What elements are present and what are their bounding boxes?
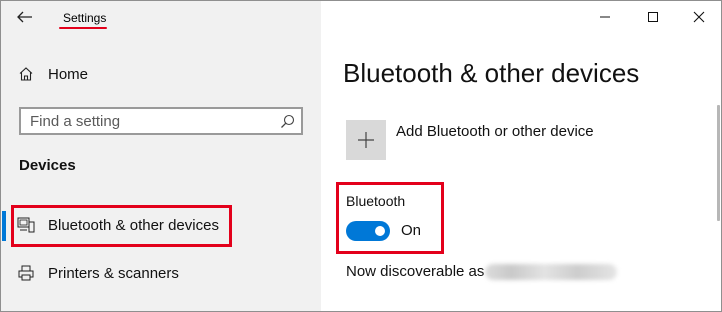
close-button[interactable] bbox=[679, 5, 719, 29]
sidebar-item-printers[interactable]: Printers & scanners bbox=[17, 261, 179, 285]
maximize-button[interactable] bbox=[633, 5, 673, 29]
back-button[interactable] bbox=[11, 5, 39, 29]
title-annotation-underline bbox=[59, 27, 107, 29]
sidebar-item-label: Bluetooth & other devices bbox=[48, 216, 219, 234]
home-icon bbox=[17, 65, 35, 83]
home-label: Home bbox=[48, 65, 89, 83]
search-input[interactable] bbox=[30, 112, 279, 130]
add-device-button[interactable] bbox=[346, 120, 386, 160]
maximize-icon bbox=[648, 12, 658, 22]
plus-icon bbox=[358, 132, 374, 148]
search-icon[interactable] bbox=[279, 113, 295, 129]
printer-icon bbox=[17, 264, 35, 282]
toggle-knob bbox=[375, 226, 385, 236]
bluetooth-toggle-state: On bbox=[401, 222, 422, 239]
sidebar-item-home[interactable]: Home bbox=[17, 63, 88, 85]
app-title: Settings bbox=[63, 11, 107, 25]
minimize-icon bbox=[600, 16, 610, 18]
bluetooth-label: Bluetooth bbox=[346, 193, 406, 209]
sidebar-item-label: Printers & scanners bbox=[48, 264, 179, 282]
discoverable-label: Now discoverable as bbox=[346, 263, 485, 280]
sidebar-item-bluetooth[interactable]: Bluetooth & other devices bbox=[17, 213, 219, 237]
close-icon bbox=[693, 11, 705, 23]
selected-indicator bbox=[2, 211, 6, 241]
back-arrow-icon bbox=[17, 11, 32, 23]
search-box[interactable] bbox=[19, 107, 303, 135]
settings-window: Settings Home Devices bbox=[0, 0, 722, 312]
bluetooth-devices-icon bbox=[17, 216, 35, 234]
section-label-devices: Devices bbox=[19, 157, 76, 174]
bluetooth-toggle[interactable] bbox=[346, 221, 390, 241]
sidebar: Settings Home Devices bbox=[1, 1, 321, 311]
scrollbar[interactable] bbox=[717, 105, 720, 221]
add-device-label[interactable]: Add Bluetooth or other device bbox=[396, 123, 594, 140]
redacted-device-name bbox=[485, 264, 617, 280]
page-title: Bluetooth & other devices bbox=[343, 58, 640, 88]
minimize-button[interactable] bbox=[585, 5, 625, 29]
main-content: Bluetooth & other devices Add Bluetooth … bbox=[321, 1, 721, 311]
